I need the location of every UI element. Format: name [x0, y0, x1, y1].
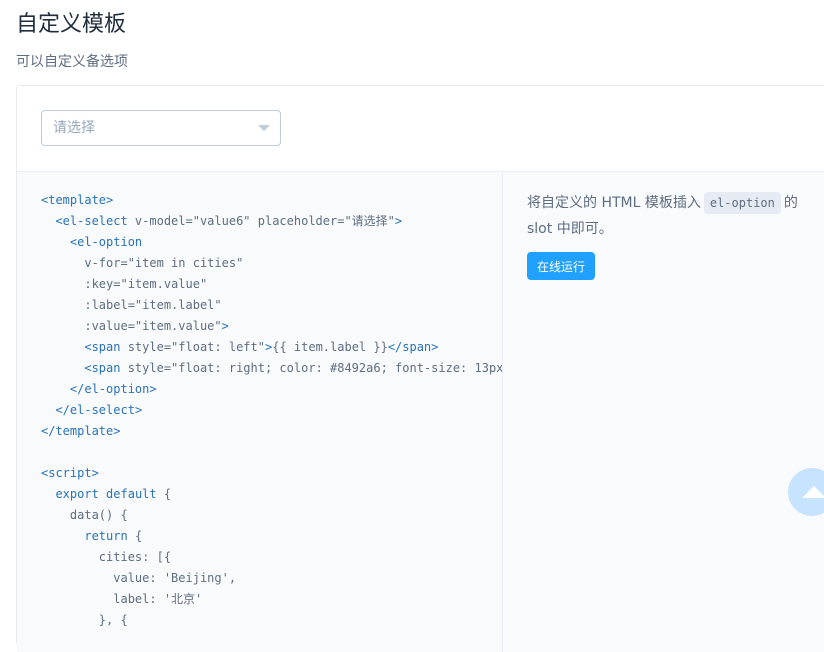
description-panel: 将自定义的 HTML 模板插入 el-option 的 slot 中即可。 在线运行 [503, 172, 824, 652]
arrow-up-icon [802, 486, 824, 498]
code-line: export default { [55, 487, 172, 501]
code-line: data() { [41, 508, 128, 522]
code-line: label: '北京' [41, 592, 203, 606]
page-title: 自定义模板 [16, 12, 127, 37]
description-text: 将自定义的 HTML 模板插入 el-option 的 slot 中即可。 [527, 190, 821, 242]
code-block: <template> <el-select v-model="value6" p… [17, 172, 502, 631]
code-line: value: 'Beijing', [41, 571, 237, 585]
page-description: 可以自定义备选项 [16, 54, 128, 70]
demo-block: <template> <el-select v-model="value6" p… [16, 85, 824, 652]
code-line: <span style="float: right; color: #8492a… [84, 361, 503, 375]
code-line: <el-option [69, 235, 143, 249]
code-line: </el-select> [55, 403, 143, 417]
code-line: }, { [41, 613, 128, 627]
code-line: <el-select v-model="value6" placeholder=… [55, 214, 403, 228]
city-select[interactable] [41, 110, 281, 146]
code-line: <span style="float: left">{{ item.label … [84, 340, 439, 354]
code-line: <script> [41, 466, 99, 480]
code-line: :value="item.value"> [41, 319, 229, 333]
code-line: </el-option> [69, 382, 157, 396]
run-online-button[interactable]: 在线运行 [527, 252, 596, 280]
code-line: v-for="item in cities" [41, 256, 244, 270]
code-line: cities: [{ [41, 550, 172, 564]
description-before: 将自定义的 HTML 模板插入 [527, 195, 701, 211]
code-line: :label="item.label" [41, 298, 222, 312]
code-line: return { [84, 529, 143, 543]
code-panel: <template> <el-select v-model="value6" p… [17, 172, 503, 652]
caret-down-icon [258, 125, 270, 131]
inline-code: el-option [703, 192, 781, 214]
demo-preview [17, 86, 824, 172]
code-line: </template> [41, 424, 121, 438]
code-line: <template> [41, 193, 114, 207]
select-input[interactable] [42, 111, 280, 145]
code-line: :key="item.value" [41, 277, 208, 291]
